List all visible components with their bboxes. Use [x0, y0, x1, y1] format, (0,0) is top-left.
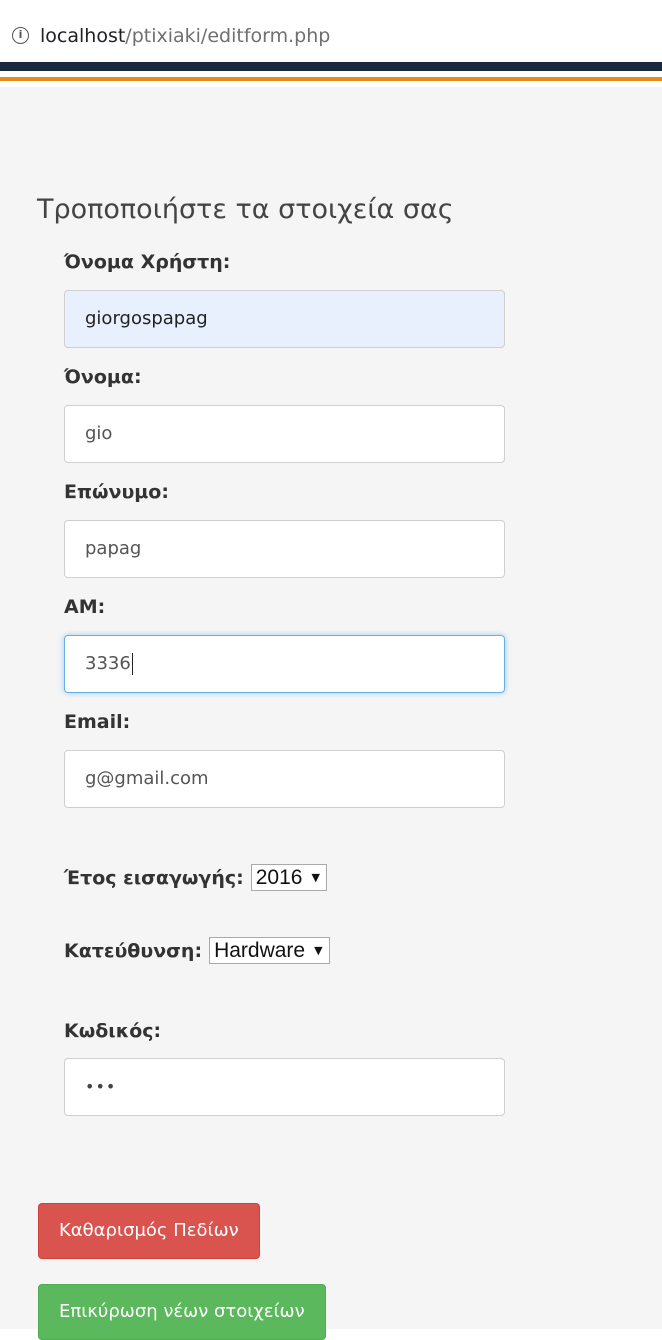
- clear-fields-button[interactable]: Καθαρισμός Πεδίων: [38, 1203, 260, 1259]
- lastname-label: Επώνυμο:: [64, 481, 169, 503]
- site-header-bar: [0, 62, 662, 71]
- year-selected-value: 2016: [255, 865, 303, 889]
- username-label: Όνομα Χρήστη:: [64, 251, 231, 273]
- header-accent-line: [0, 77, 662, 81]
- info-icon[interactable]: i: [12, 27, 29, 44]
- direction-label: Κατεύθυνση:: [64, 939, 203, 962]
- email-label: Email:: [64, 711, 131, 733]
- year-row: Έτος εισαγωγής: 2016 ▼: [64, 864, 327, 891]
- username-input[interactable]: giorgospapag: [64, 290, 505, 348]
- firstname-input[interactable]: gio: [64, 405, 505, 463]
- lastname-value: papag: [85, 538, 142, 559]
- direction-row: Κατεύθυνση: Hardware ▼: [64, 937, 330, 964]
- year-label: Έτος εισαγωγής:: [64, 866, 244, 889]
- firstname-label: Όνομα:: [64, 366, 142, 388]
- form-title: Τροποποιήστε τα στοιχεία σας: [37, 194, 454, 225]
- year-select[interactable]: 2016 ▼: [250, 864, 327, 891]
- am-input[interactable]: 3336: [64, 635, 505, 693]
- firstname-value: gio: [85, 423, 113, 444]
- password-masked-value: •••: [85, 1077, 117, 1096]
- direction-selected-value: Hardware: [214, 938, 306, 962]
- submit-button[interactable]: Επικύρωση νέων στοιχείων: [38, 1284, 326, 1340]
- am-label: AM:: [64, 596, 106, 618]
- password-label: Κωδικός:: [64, 1020, 162, 1042]
- header-accent-strip: [0, 71, 662, 87]
- username-value: giorgospapag: [85, 308, 208, 329]
- email-input[interactable]: g@gmail.com: [64, 750, 505, 808]
- address-bar[interactable]: i localhost/ptixiaki/editform.php: [0, 0, 662, 62]
- url-text[interactable]: localhost/ptixiaki/editform.php: [40, 24, 330, 48]
- password-input[interactable]: •••: [64, 1058, 505, 1116]
- lastname-input[interactable]: papag: [64, 520, 505, 578]
- direction-select[interactable]: Hardware ▼: [209, 937, 330, 964]
- dropdown-arrow-icon: ▼: [314, 944, 323, 957]
- text-caret: [131, 653, 133, 675]
- url-host: localhost: [40, 25, 126, 47]
- url-path: /ptixiaki/editform.php: [125, 25, 331, 47]
- am-value: 3336: [85, 653, 131, 674]
- page-background: [0, 87, 662, 1329]
- email-value: g@gmail.com: [85, 768, 209, 789]
- dropdown-arrow-icon: ▼: [311, 871, 320, 884]
